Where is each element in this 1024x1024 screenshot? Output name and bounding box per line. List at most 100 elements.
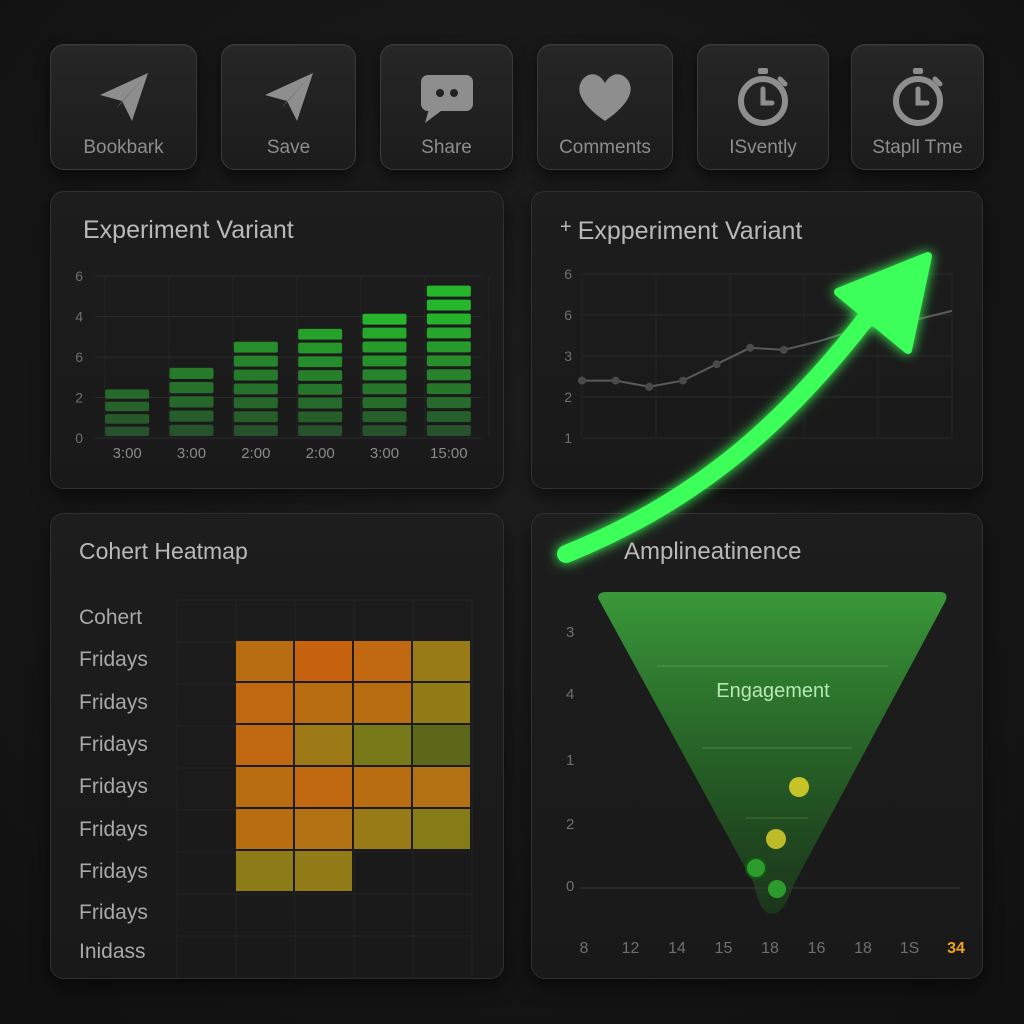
bar-segment xyxy=(426,369,471,381)
bar-chart: 6 4 6 2 0 3:00 3:00 2:00 2:00 3:00 15:00 xyxy=(75,268,490,462)
bar-segment xyxy=(233,355,278,367)
heatmap-cell xyxy=(413,809,470,849)
heatmap-row-label: Inidass xyxy=(79,940,146,963)
heatmap-cell xyxy=(354,725,411,765)
x-tick-label: 1S xyxy=(899,940,920,957)
bar-segment xyxy=(169,367,214,379)
toolbar-button-label: Save xyxy=(266,137,311,158)
x-tick-label: 16 xyxy=(807,940,826,957)
data-point xyxy=(746,343,755,352)
bar-segment xyxy=(169,424,214,436)
bar-segment xyxy=(233,341,278,353)
funnel-dot xyxy=(789,777,809,797)
data-point xyxy=(578,376,586,385)
funnel-shape xyxy=(598,592,947,914)
funnel-dot xyxy=(766,829,786,849)
x-tick-label: 14 xyxy=(668,940,686,957)
data-point xyxy=(645,382,654,391)
series-line xyxy=(582,309,953,388)
bar-segment xyxy=(298,370,343,381)
y-tick-label: 6 xyxy=(75,349,83,365)
bar-segment xyxy=(362,313,407,325)
bar-segment xyxy=(298,425,343,436)
heatmap-row-label: Fridays xyxy=(79,691,148,714)
x-tick-label: 2:00 xyxy=(241,445,270,462)
chat-bubble-icon xyxy=(415,65,479,129)
bar-segment xyxy=(426,285,471,297)
toolbar-button-isvently[interactable]: ISvently xyxy=(697,44,829,170)
bar-segment xyxy=(169,381,214,394)
heatmap-cell xyxy=(413,641,470,681)
toolbar-button-bookbark[interactable]: Bookbark xyxy=(50,44,197,170)
x-tick-label: 34 xyxy=(947,940,965,957)
bar-segment xyxy=(426,383,471,395)
bar-segment xyxy=(362,355,407,367)
toolbar-button-save[interactable]: Save xyxy=(221,44,356,170)
bar-segment xyxy=(169,396,214,408)
toolbar-button-label: Bookbark xyxy=(83,137,164,158)
x-tick-label: 15 xyxy=(714,940,733,957)
toolbar-button-label: Comments xyxy=(559,137,651,158)
bar-segment xyxy=(426,327,471,339)
heatmap-row-label: Fridays xyxy=(79,860,148,883)
heatmap-cell xyxy=(236,683,293,723)
toolbar-button-share[interactable]: Share xyxy=(380,44,513,170)
bar-segment xyxy=(362,341,407,353)
toolbar-button-label: Share xyxy=(421,137,472,158)
heatmap-cell xyxy=(413,725,470,765)
data-point xyxy=(611,376,620,385)
toolbar-button-comments[interactable]: Comments xyxy=(537,44,673,170)
bar-segment xyxy=(169,410,214,422)
bar-segment xyxy=(105,389,150,399)
x-tick-label: 15:00 xyxy=(430,445,468,462)
heatmap-cell xyxy=(295,809,352,849)
heatmap-cell xyxy=(236,809,293,849)
heatmap-row-label: Fridays xyxy=(79,775,148,798)
funnel-dot xyxy=(768,880,786,898)
heatmap-row-label: Fridays xyxy=(79,901,148,924)
heatmap-cell xyxy=(295,725,352,765)
bar xyxy=(362,313,407,436)
funnel-panel: Amplineatinence Engagement 3 4 1 2 0 8 12 14 15 1… xyxy=(531,513,983,979)
heatmap-cell xyxy=(354,683,411,723)
data-point xyxy=(678,376,687,385)
bar-segment xyxy=(105,401,150,412)
bar-segment xyxy=(426,355,471,367)
y-tick-label: 3 xyxy=(564,348,572,364)
line-chart: 6 6 3 2 1 xyxy=(564,266,953,446)
y-tick-label: 6 xyxy=(75,268,83,284)
heatmap-cell xyxy=(295,767,352,807)
heatmap-cell xyxy=(354,809,411,849)
y-tick-label: 1 xyxy=(566,752,575,769)
heatmap-cell xyxy=(236,851,293,891)
bar-segment xyxy=(362,327,407,339)
bar-segment xyxy=(426,397,471,409)
data-point xyxy=(779,345,788,354)
paper-plane-icon xyxy=(257,65,321,129)
stopwatch-icon xyxy=(731,65,795,129)
toolbar-button-stapll-tme[interactable]: Stapll Tme xyxy=(851,44,984,170)
y-tick-label: 6 xyxy=(564,266,572,282)
x-tick-label: 18 xyxy=(761,940,779,957)
bar-segment xyxy=(426,411,471,423)
funnel-dot xyxy=(745,857,767,879)
bar-segment xyxy=(233,383,278,395)
bar-segment xyxy=(362,369,407,381)
bar xyxy=(169,367,214,436)
bar-segment xyxy=(426,425,471,436)
bar-segment xyxy=(298,397,343,409)
bar-segment xyxy=(233,369,278,381)
bar-segment xyxy=(105,426,150,436)
bar-segment xyxy=(362,397,407,409)
heatmap-cell xyxy=(236,641,293,681)
heatmap-cell xyxy=(413,683,470,723)
heatmap-cell xyxy=(295,683,352,723)
heatmap-cell xyxy=(295,641,352,681)
bar xyxy=(298,328,343,436)
toolbar-button-label: ISvently xyxy=(729,137,797,158)
bar xyxy=(233,341,278,436)
heatmap-cell xyxy=(354,767,411,807)
heatmap-cell xyxy=(236,767,293,807)
heatmap-cell xyxy=(295,851,352,891)
heart-icon xyxy=(573,65,637,129)
